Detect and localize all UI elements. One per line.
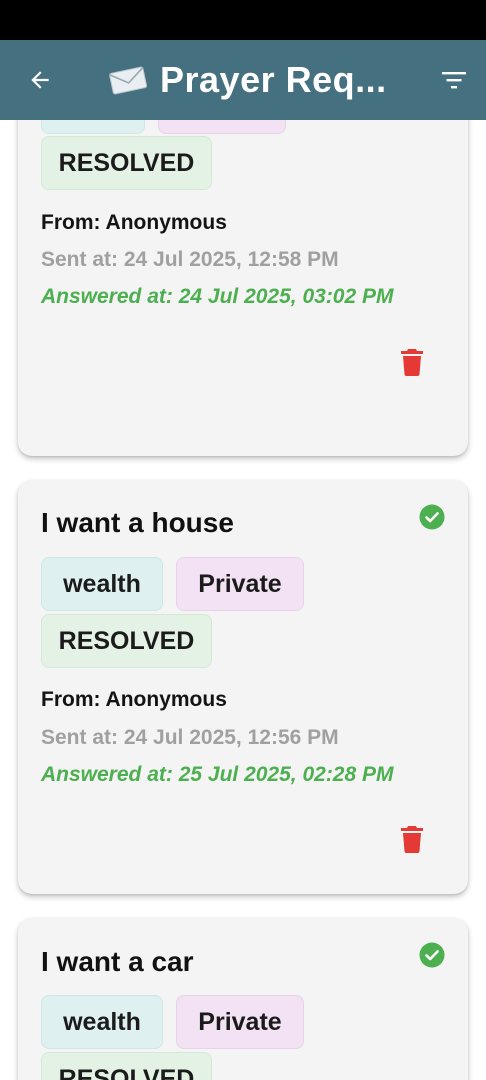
arrow-left-icon xyxy=(31,71,49,89)
delete-icon[interactable] xyxy=(400,348,424,376)
request-card: I want a car wealth Private RESOLVED xyxy=(18,918,468,1080)
request-title: I want a car xyxy=(41,946,194,977)
page-title: Prayer Req... xyxy=(108,54,387,106)
category-chip: fame xyxy=(41,120,145,134)
app-bar: Prayer Req... xyxy=(0,40,486,120)
request-card: I want a house wealth Private RESOLVED F… xyxy=(18,480,468,894)
visibility-chip: Private xyxy=(158,120,286,134)
envelope-icon xyxy=(108,63,152,97)
status-chip: RESOLVED xyxy=(41,136,212,190)
answered-timestamp: Answered at: 24 Jul 2025, 03:02 PM xyxy=(41,285,394,308)
sent-timestamp: Sent at: 24 Jul 2025, 12:56 PM xyxy=(41,726,339,749)
filter-button[interactable] xyxy=(434,62,474,98)
back-button[interactable] xyxy=(22,62,58,98)
category-chip: wealth xyxy=(41,995,163,1049)
status-bar xyxy=(0,0,486,40)
delete-icon[interactable] xyxy=(400,825,424,853)
sent-timestamp: Sent at: 24 Jul 2025, 12:58 PM xyxy=(41,248,339,271)
status-chip: RESOLVED xyxy=(41,1052,212,1080)
request-title: I want a house xyxy=(41,507,234,538)
answered-timestamp: Answered at: 25 Jul 2025, 02:28 PM xyxy=(41,763,394,786)
filter-icon xyxy=(442,72,466,89)
request-sender: From: Anonymous xyxy=(41,688,227,711)
request-card: fame Private RESOLVED From: Anonymous Se… xyxy=(18,120,468,456)
visibility-chip: Private xyxy=(176,995,304,1049)
status-chip: RESOLVED xyxy=(41,614,212,668)
request-list[interactable]: fame Private RESOLVED From: Anonymous Se… xyxy=(0,120,486,1080)
visibility-chip: Private xyxy=(176,557,304,611)
check-circle-icon xyxy=(419,942,445,968)
check-circle-icon xyxy=(419,504,445,530)
request-sender: From: Anonymous xyxy=(41,211,227,234)
page-title-text: Prayer Req... xyxy=(160,59,387,100)
category-chip: wealth xyxy=(41,557,163,611)
